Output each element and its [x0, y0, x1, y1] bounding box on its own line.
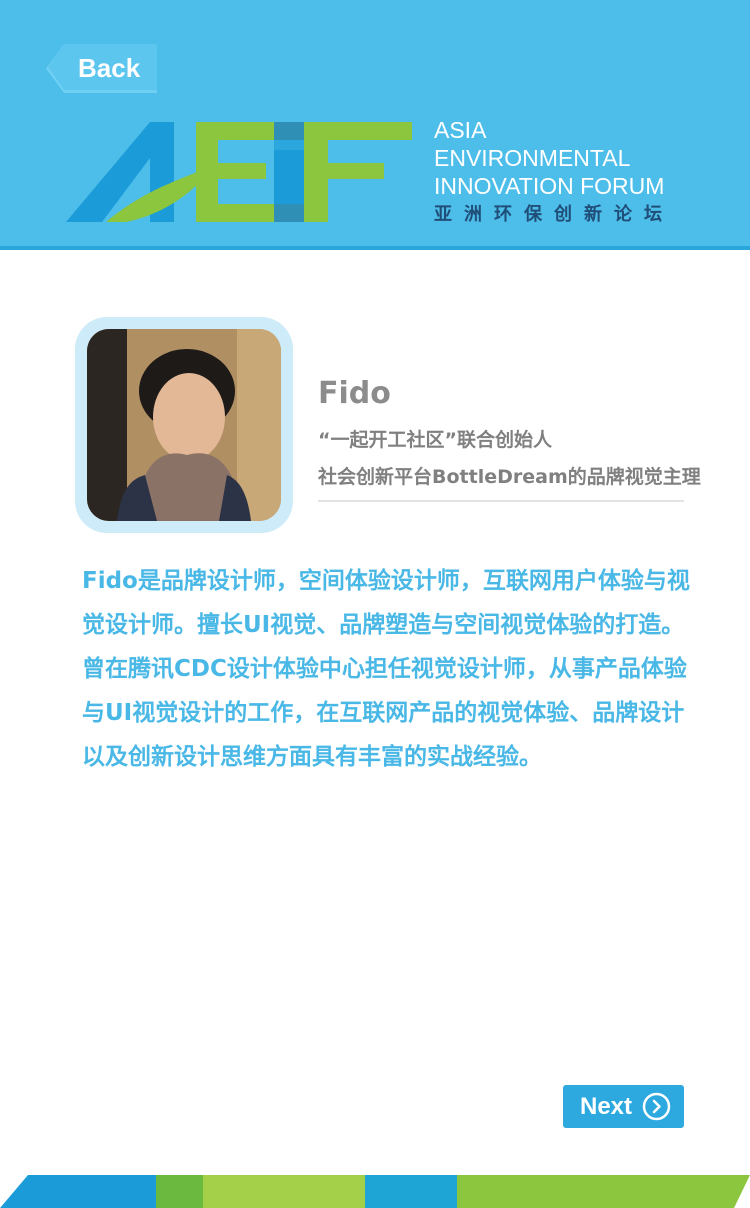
avatar	[87, 329, 281, 521]
profile-divider	[318, 500, 684, 502]
avatar-photo	[87, 329, 281, 521]
logo-chinese: 亚洲环保创新论坛	[434, 204, 674, 225]
next-button[interactable]: Next	[563, 1085, 684, 1128]
aeif-logo-icon	[66, 122, 412, 222]
profile-title-1: “一起开工社区”联合创始人	[318, 429, 552, 451]
back-button[interactable]: Back	[46, 44, 157, 93]
next-label: Next	[580, 1093, 633, 1120]
logo-line-environmental: ENVIRONMENTAL	[434, 145, 631, 171]
header: Back ASIA ENVIRONMENTAL INNOVATION FORUM…	[0, 0, 750, 246]
logo-text: ASIA ENVIRONMENTAL INNOVATION FORUM	[434, 116, 664, 200]
header-divider	[0, 246, 750, 250]
profile-bio: Fido是品牌设计师，空间体验设计师，互联网用户体验与视觉设计师。擅长UI视觉、…	[82, 568, 690, 770]
profile-title-2: 社会创新平台BottleDream的品牌视觉主理	[318, 466, 701, 488]
chevron-right-circle-icon	[642, 1092, 671, 1121]
back-label: Back	[78, 53, 141, 83]
avatar-frame	[75, 317, 293, 533]
profile-name: Fido	[318, 376, 391, 411]
footer-color-stripe	[0, 1175, 750, 1208]
logo-line-asia: ASIA	[434, 117, 487, 143]
logo-line-innovation: INNOVATION FORUM	[434, 173, 665, 199]
